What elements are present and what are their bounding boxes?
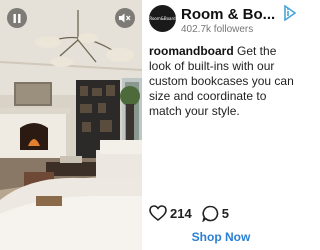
brand-name[interactable]: Room & Bo... <box>181 6 279 23</box>
like-count: 214 <box>170 205 192 221</box>
profile-header[interactable]: Room&Board Room & Bo... 402.7k followers <box>149 4 300 35</box>
comment-count: 5 <box>221 205 229 221</box>
pause-button[interactable] <box>7 8 27 28</box>
like-button[interactable]: 214 <box>149 205 192 221</box>
mute-button[interactable] <box>115 8 135 28</box>
comment-icon <box>202 205 218 222</box>
post-caption: roomandboard Get the look of built-ins w… <box>149 44 299 119</box>
engagement-bar: 214 5 <box>149 203 239 223</box>
adchoices-icon[interactable] <box>283 5 297 21</box>
comment-button[interactable]: 5 <box>202 205 229 222</box>
heart-icon <box>149 205 167 221</box>
pause-icon <box>13 13 21 23</box>
shop-now-button[interactable]: Shop Now <box>142 226 300 248</box>
caption-handle[interactable]: roomandboard <box>149 44 234 58</box>
follower-count: 402.7k followers <box>181 24 254 35</box>
brand-logo-text: Room&Board <box>149 16 176 21</box>
mute-icon <box>119 13 131 23</box>
brand-avatar[interactable]: Room&Board <box>149 5 176 32</box>
video-media[interactable] <box>0 0 142 250</box>
instagram-ad-unit: Room&Board Room & Bo... 402.7k followers… <box>0 0 300 250</box>
living-room-video-frame <box>0 0 142 250</box>
ad-content-panel: Room&Board Room & Bo... 402.7k followers… <box>142 0 300 250</box>
